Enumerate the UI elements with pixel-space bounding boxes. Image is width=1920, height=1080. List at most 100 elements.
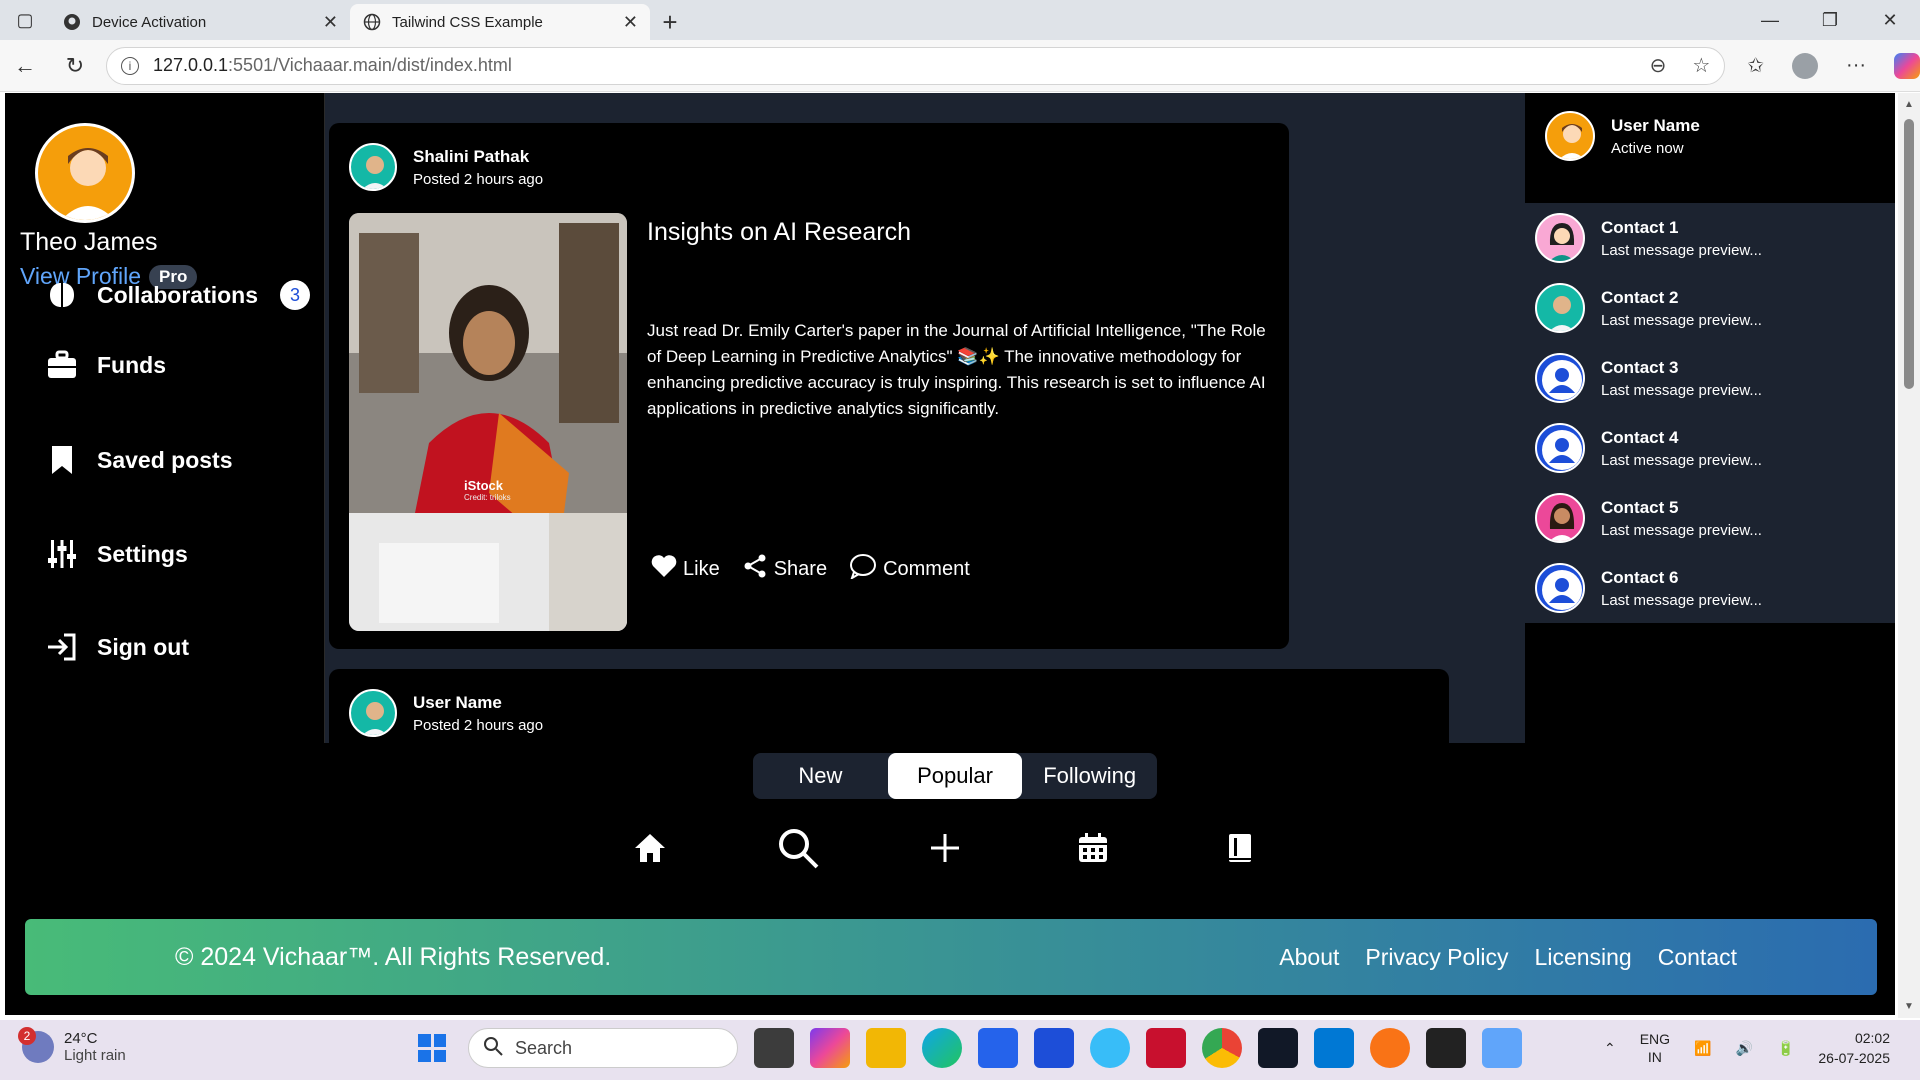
url-input[interactable]: i 127.0.0.1:5501/Vichaaar.main/dist/inde… — [105, 46, 1726, 85]
site-info-icon[interactable]: i — [120, 56, 139, 75]
search-icon[interactable] — [773, 823, 823, 873]
scroll-down-icon[interactable]: ▼ — [1904, 1001, 1914, 1012]
contact-item[interactable]: Contact 4 Last message preview... — [1525, 413, 1895, 483]
like-button[interactable]: Like — [651, 554, 720, 584]
copilot-app-icon[interactable] — [810, 1028, 850, 1068]
more-menu-icon[interactable]: ··· — [1846, 54, 1866, 77]
author-avatar[interactable] — [349, 143, 397, 191]
chrome-icon[interactable] — [1202, 1028, 1242, 1068]
book-icon[interactable] — [1215, 823, 1265, 873]
post-author[interactable]: User Name — [413, 693, 543, 713]
sidebar-item-settings[interactable]: Settings — [45, 537, 188, 571]
contact-item[interactable]: Contact 6 Last message preview... — [1525, 553, 1895, 623]
refresh-icon[interactable]: ↻ — [50, 53, 100, 79]
edge-browser-icon[interactable] — [922, 1028, 962, 1068]
reading-mode-icon[interactable]: ⊖ — [1650, 53, 1667, 78]
sidebar-item-sign-out[interactable]: Sign out — [45, 630, 189, 664]
taskbar-search[interactable]: Search — [468, 1028, 738, 1068]
language-code: ENG — [1639, 1031, 1671, 1047]
microsoft-store-icon[interactable] — [978, 1028, 1018, 1068]
os-taskbar: 2 24°C Light rain Search ⌃ ENG IN 📶 🔊 🔋 … — [0, 1020, 1920, 1080]
battery-icon[interactable]: 🔋 — [1777, 1040, 1794, 1057]
current-user-avatar[interactable] — [1545, 111, 1595, 161]
windows-start-icon[interactable] — [412, 1028, 452, 1068]
tab-following[interactable]: Following — [1022, 753, 1157, 799]
scrollbar-thumb[interactable] — [1904, 119, 1914, 389]
sidebar-item-funds[interactable]: Funds — [45, 348, 166, 382]
volume-icon[interactable]: 🔊 — [1736, 1040, 1753, 1057]
tips-app-icon[interactable] — [1090, 1028, 1130, 1068]
minimize-icon[interactable]: — — [1740, 10, 1800, 31]
close-window-icon[interactable]: ✕ — [1860, 10, 1920, 31]
contact-item[interactable]: Contact 2 Last message preview... — [1525, 273, 1895, 343]
tab-device-activation[interactable]: Device Activation ✕ — [50, 4, 350, 40]
sidebar-item-collaborations[interactable]: Collaborations 3 — [45, 278, 311, 312]
home-icon[interactable] — [625, 823, 675, 873]
file-explorer-icon[interactable] — [866, 1028, 906, 1068]
contact-avatar — [1535, 493, 1585, 543]
terminal-icon[interactable] — [1426, 1028, 1466, 1068]
post-image[interactable]: iStock Credit: triloks — [349, 213, 627, 631]
sidebar-item-saved-posts[interactable]: Saved posts — [45, 443, 233, 477]
webex-icon[interactable] — [1258, 1028, 1298, 1068]
share-button[interactable]: Share — [742, 553, 827, 585]
briefcase-icon — [45, 348, 79, 382]
postman-icon[interactable] — [1370, 1028, 1410, 1068]
bottom-navigation — [625, 823, 1265, 873]
tray-overflow-icon[interactable]: ⌃ — [1604, 1040, 1616, 1057]
contact-avatar — [1535, 283, 1585, 333]
favorites-icon[interactable]: ✩ — [1747, 53, 1764, 78]
taskbar-search-placeholder: Search — [515, 1037, 573, 1058]
copilot-icon[interactable] — [1894, 52, 1920, 79]
contact-item[interactable]: Contact 3 Last message preview... — [1525, 343, 1895, 413]
scroll-up-icon[interactable]: ▲ — [1904, 99, 1914, 110]
contact-item[interactable]: Contact 1 Last message preview... — [1525, 203, 1895, 273]
back-icon[interactable]: ← — [0, 53, 50, 79]
footer-link-privacy[interactable]: Privacy Policy — [1365, 944, 1508, 971]
user-avatar[interactable] — [35, 123, 135, 223]
sidebar-item-label: Saved posts — [97, 446, 233, 473]
page-scrollbar[interactable]: ▲ ▼ — [1898, 93, 1920, 1018]
vscode-icon[interactable] — [1314, 1028, 1354, 1068]
share-label: Share — [773, 557, 828, 580]
footer-link-licensing[interactable]: Licensing — [1535, 944, 1632, 971]
task-view-icon[interactable] — [754, 1028, 794, 1068]
share-icon — [742, 553, 768, 585]
clock-time: 02:02 — [1854, 1030, 1890, 1046]
remote-desktop-icon[interactable] — [1482, 1028, 1522, 1068]
footer-link-contact[interactable]: Contact — [1658, 944, 1737, 971]
close-icon[interactable]: ✕ — [623, 12, 638, 33]
author-avatar[interactable] — [349, 689, 397, 737]
sidebar-item-label: Settings — [97, 540, 188, 567]
restore-icon[interactable]: ❐ — [1800, 10, 1860, 31]
tab-new[interactable]: New — [753, 753, 888, 799]
hp-app-icon[interactable] — [1034, 1028, 1074, 1068]
mcafee-icon[interactable] — [1146, 1028, 1186, 1068]
contact-preview: Last message preview... — [1601, 381, 1762, 399]
contacts-panel: User Name Active now Contact 1 Last messa… — [1525, 93, 1895, 743]
plus-icon[interactable] — [920, 823, 970, 873]
tab-popular[interactable]: Popular — [887, 753, 1023, 799]
wifi-icon[interactable]: 📶 — [1694, 1040, 1711, 1057]
new-tab-button[interactable]: + — [650, 4, 690, 40]
profile-avatar[interactable] — [1792, 52, 1819, 79]
contact-item[interactable]: Contact 5 Last message preview... — [1525, 483, 1895, 553]
close-icon[interactable]: ✕ — [323, 12, 338, 33]
weather-widget[interactable]: 2 24°C Light rain — [18, 1027, 126, 1064]
comment-button[interactable]: Comment — [849, 553, 970, 585]
post-author[interactable]: Shalini Pathak — [413, 147, 543, 167]
favorite-star-icon[interactable]: ☆ — [1692, 53, 1710, 78]
feed-filter-tabs: New Popular Following — [753, 753, 1157, 799]
calendar-icon[interactable] — [1068, 823, 1118, 873]
contact-name: Contact 3 — [1601, 357, 1679, 377]
notification-badge: 2 — [18, 1027, 36, 1045]
language-indicator[interactable]: ENG IN — [1640, 1030, 1670, 1066]
url-path: :5501/Vichaaar.main/dist/index.html — [228, 55, 512, 75]
contact-avatar — [1535, 213, 1585, 263]
tab-tailwind-example[interactable]: Tailwind CSS Example ✕ — [350, 4, 650, 40]
post-card: Shalini Pathak Posted 2 hours ago iStock… — [329, 123, 1289, 649]
footer-link-about[interactable]: About — [1279, 944, 1339, 971]
window-controls: — ❐ ✕ — [1740, 0, 1920, 40]
tab-actions-icon[interactable]: ▢ — [0, 0, 50, 40]
clock[interactable]: 02:02 26-07-2025 — [1818, 1028, 1890, 1068]
